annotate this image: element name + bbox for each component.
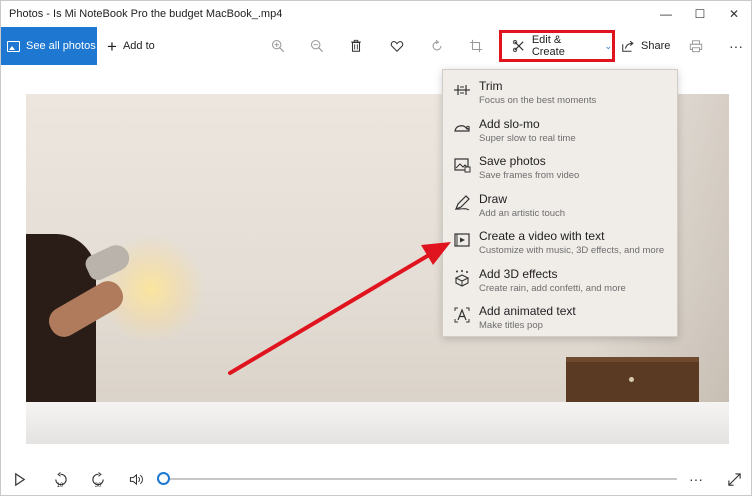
menu-item-create-video-with-text[interactable]: Create a video with text Customize with … [443,224,677,262]
zoom-out-icon [310,39,324,53]
save-photos-icon [453,156,471,174]
see-all-photos-label: See all photos [26,40,96,52]
add-to-button[interactable]: + Add to [107,38,155,55]
share-label: Share [641,40,671,52]
menu-item-save-photos[interactable]: Save photos Save frames from video [443,149,677,187]
crop-icon [469,39,483,53]
draw-icon [453,194,471,212]
volume-icon [129,473,143,485]
menu-item-desc: Add an artistic touch [479,207,566,219]
close-button[interactable]: ✕ [717,1,751,27]
delete-icon [351,39,361,52]
crop-button[interactable] [463,27,489,65]
animated-text-icon [453,306,471,324]
fullscreen-icon [727,472,741,486]
playback-controls: 10 30 ··· [1,463,751,495]
menu-item-desc: Save frames from video [479,170,580,181]
more-options-button[interactable]: ··· [723,27,749,65]
title-bar: Photos - Is Mi NoteBook Pro the budget M… [1,1,751,27]
menu-item-label: Draw [479,191,508,206]
menu-item-label: Trim [479,79,503,93]
fullscreen-button[interactable] [721,463,747,495]
edit-create-button[interactable]: Edit & Create ⌄ [499,30,615,62]
chevron-down-icon: ⌄ [604,40,612,51]
share-icon [622,40,634,52]
favorite-icon [390,41,404,52]
plus-icon: + [107,36,117,56]
zoom-in-icon [271,39,285,53]
favorite-button[interactable] [384,27,410,65]
rotate-icon [432,39,442,51]
skip-forward-seconds: 30 [94,483,102,489]
play-button[interactable] [6,463,32,495]
zoom-out-button[interactable] [304,27,330,65]
edit-create-icon [512,39,524,53]
menu-item-add-3d-effects[interactable]: Add 3D effects Create rain, add confetti… [443,262,677,300]
toolbar: See all photos + Add to Edit & Create ⌄ [1,27,751,65]
volume-button[interactable] [123,463,149,495]
seek-bar[interactable] [157,478,677,480]
video-text-icon [453,231,471,249]
menu-item-draw[interactable]: Draw Add an artistic touch [443,187,677,225]
share-button[interactable]: Share [621,27,670,65]
edit-create-menu: Trim Focus on the best moments Add slo-m… [442,69,678,337]
menu-item-label: Add 3D effects [479,266,558,281]
skip-forward-button[interactable]: 30 [85,463,111,495]
3d-effects-icon [453,269,471,287]
add-to-label: Add to [122,40,155,52]
minimize-button[interactable]: — [649,1,683,27]
menu-item-trim[interactable]: Trim Focus on the best moments [443,74,677,112]
table-surface [26,402,729,444]
maximize-button[interactable]: ☐ [683,1,717,27]
skip-back-seconds: 10 [56,483,64,489]
delete-button[interactable] [343,27,369,65]
print-icon [689,40,703,53]
menu-item-label: Add animated text [479,304,576,318]
edit-create-label: Edit & Create [531,34,565,58]
photo-icon [7,40,20,52]
menu-item-desc: Make titles pop [479,320,543,331]
photos-app-window: Photos - Is Mi NoteBook Pro the budget M… [0,0,752,496]
window-title: Photos - Is Mi NoteBook Pro the budget M… [9,8,283,20]
play-icon [14,472,25,486]
menu-item-label: Save photos [479,154,546,168]
see-all-photos-button[interactable]: See all photos [1,27,97,65]
seek-thumb[interactable] [157,472,170,485]
skip-back-button[interactable]: 10 [47,463,73,495]
menu-item-desc: Super slow to real time [479,132,576,144]
playback-more-button[interactable]: ··· [683,463,709,495]
menu-item-desc: Customize with music, 3D effects, and mo… [479,245,665,256]
print-button[interactable] [683,27,709,65]
slo-mo-icon [453,119,471,137]
dresser-knob [629,377,634,382]
menu-item-desc: Focus on the best moments [479,95,597,106]
menu-item-label: Add slo-mo [479,116,540,131]
menu-item-add-slo-mo[interactable]: Add slo-mo Super slow to real time [443,112,677,150]
rotate-button[interactable] [424,27,450,65]
menu-item-desc: Create rain, add confetti, and more [479,282,626,294]
menu-item-add-animated-text[interactable]: Add animated text Make titles pop [443,299,677,337]
zoom-in-button[interactable] [265,27,291,65]
menu-item-label: Create a video with text [479,229,605,243]
trim-icon [453,81,471,99]
